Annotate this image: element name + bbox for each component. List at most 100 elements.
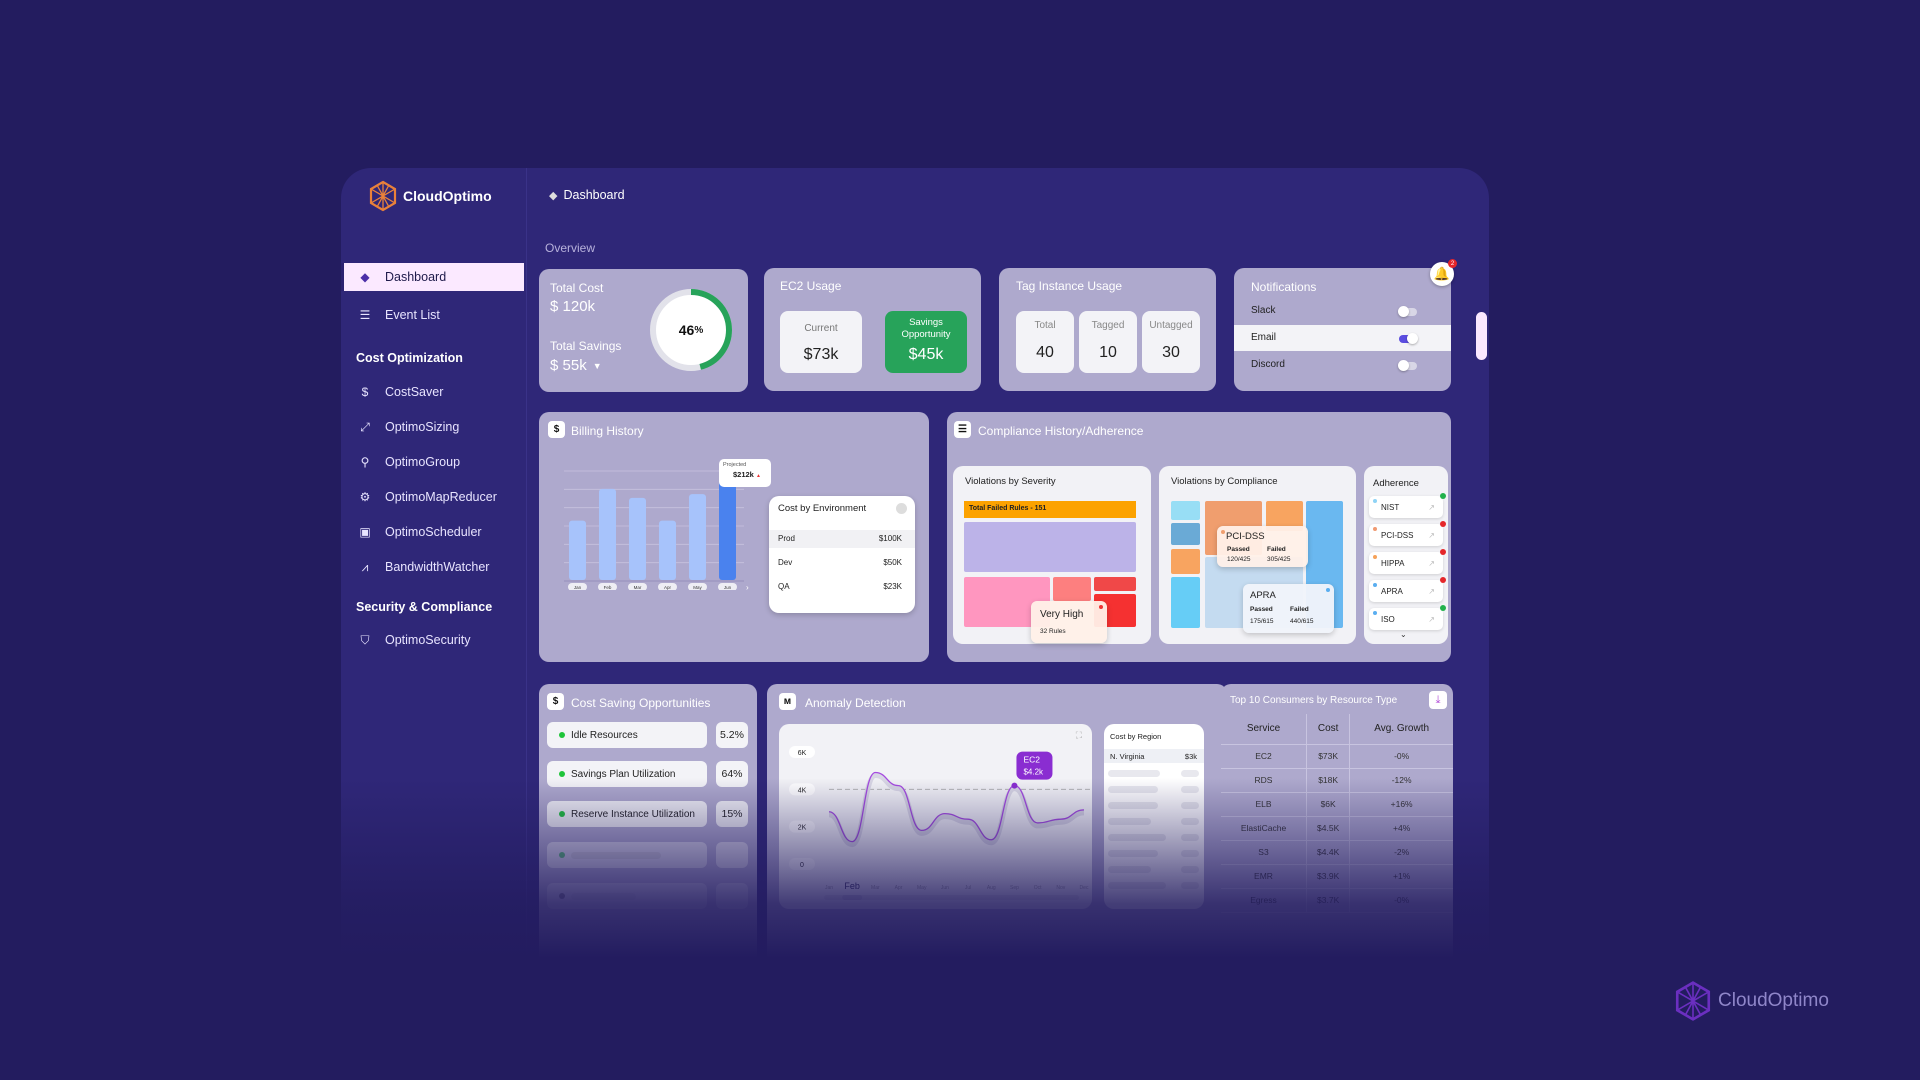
x-tick-label[interactable]: Jul [965,885,971,891]
skeleton-bar [571,851,661,859]
table-row[interactable]: ElastiCache $4.5K +4% [1221,816,1453,841]
bar-jan[interactable] [569,520,586,580]
bar-apr[interactable] [659,520,676,580]
bar-feb[interactable] [599,488,616,580]
opportunity-label: Reserve Instance Utilization [571,808,695,820]
sidebar-item-bandwidthwatcher[interactable]: ⩘ BandwidthWatcher [341,553,524,581]
tag-total-box: Total 40 [1016,311,1074,373]
expand-icon[interactable]: ⛶ [1076,730,1082,741]
adherence-color-dot [1373,611,1377,615]
x-tick-label: Feb [604,585,612,590]
compliance-block-other[interactable] [1171,577,1200,628]
bell-icon: 🔔 [1433,266,1451,281]
table-row[interactable]: EC2 $73K -0% [1221,744,1453,769]
severity-block-critical[interactable] [1094,577,1136,591]
opportunity-placeholder-value [716,842,748,868]
chart-scroll-track[interactable] [824,895,1079,900]
sidebar-item-dashboard[interactable]: ◆ Dashboard [341,263,524,291]
cost-cell: $3.7K [1306,888,1351,913]
passed-label: Passed [1227,546,1250,553]
adherence-item[interactable]: NIST ↗ [1369,493,1446,518]
sidebar-item-optimoscheduler[interactable]: ▣ OptimoScheduler [341,518,524,546]
adherence-item[interactable]: ISO ↗ [1369,605,1446,630]
skeleton-value [1181,818,1199,825]
severity-block-low[interactable] [964,522,1136,572]
sidebar-item-costsaver[interactable]: $ CostSaver [341,378,524,406]
tag-tagged-value: 10 [1099,344,1117,361]
x-tick-label[interactable]: Sep [1010,885,1019,891]
opportunity-placeholder [547,883,707,909]
notifications-bell-button[interactable]: 🔔 2 [1430,259,1457,286]
discord-toggle[interactable] [1398,360,1417,371]
x-tick-label[interactable]: Feb [844,881,860,891]
opportunity-label: Savings Plan Utilization [571,768,676,780]
breadcrumb-current[interactable]: Dashboard [563,188,624,202]
bar-jun[interactable] [719,474,736,580]
service-cell: Egress [1221,888,1307,913]
sidebar-item-label: OptimoMapReducer [385,490,497,504]
x-tick-label[interactable]: Apr [895,885,903,891]
adherence-item[interactable]: HIPPA ↗ [1369,549,1446,574]
opportunity-item[interactable]: Reserve Instance Utilization [547,801,707,827]
table-row[interactable]: S3 $4.4K -2% [1221,840,1453,865]
column-header[interactable]: Cost [1306,714,1351,745]
sidebar-item-optimogroup[interactable]: ⚲ OptimoGroup [341,448,524,476]
table-row[interactable]: RDS $18K -12% [1221,768,1453,793]
user-avatar-icon [896,503,907,514]
chevron-right-icon[interactable]: › [746,583,749,590]
scrollbar-thumb[interactable] [1476,312,1487,360]
x-tick-label[interactable]: Nov [1056,885,1065,891]
adherence-item[interactable]: PCI-DSS ↗ [1369,521,1446,546]
notification-row-discord: Discord [1234,352,1451,378]
x-tick-label[interactable]: Oct [1034,885,1042,891]
donut-percent: 46% [647,286,735,374]
growth-cell: -0% [1349,744,1453,769]
x-tick-label[interactable]: May [917,885,927,891]
column-header[interactable]: Service [1221,714,1307,745]
sidebar-item-optimosizing[interactable]: ⤢ OptimoSizing [341,413,524,441]
sidebar-item-optimomapreducer[interactable]: ⚙ OptimoMapReducer [341,483,524,511]
y-tick-label: 6K [798,750,807,757]
table-row[interactable]: ELB $6K +16% [1221,792,1453,817]
notifications-title: Notifications [1251,280,1317,294]
x-tick-label[interactable]: Dec [1080,885,1089,891]
opportunity-item[interactable]: Idle Resources [547,722,707,748]
adherence-color-dot [1373,555,1377,559]
sidebar-item-event-list[interactable]: ☰ Event List [341,301,524,329]
chevron-down-icon[interactable]: ⌄ [1400,630,1407,639]
cost-cell: $18K [1306,768,1351,793]
tooltip-label: EC2 [1023,755,1040,765]
adherence-item[interactable]: APRA ↗ [1369,577,1446,602]
service-cell: ELB [1221,792,1307,817]
x-tick-label[interactable]: Jan [825,885,833,891]
slack-toggle[interactable] [1398,306,1417,317]
total-savings-dropdown[interactable]: $ 55k ▼ [550,357,602,374]
severity-block-high[interactable] [1053,577,1091,601]
external-link-icon[interactable]: ↗ [1428,559,1435,568]
ec2-current-value: $73k [803,346,839,363]
external-link-icon[interactable]: ↗ [1428,587,1435,596]
external-link-icon[interactable]: ↗ [1428,615,1435,624]
sidebar-item-optimosecurity[interactable]: ⛉ OptimoSecurity [341,626,524,654]
compliance-block-nist[interactable] [1171,501,1200,520]
email-toggle[interactable] [1399,333,1418,344]
brand-logo[interactable]: CloudOptimo [367,180,492,212]
chart-scroll-thumb[interactable] [842,895,863,900]
resize-icon: ⤢ [360,419,370,434]
compliance-block-iso[interactable] [1171,523,1200,545]
opportunity-item[interactable]: Savings Plan Utilization [547,761,707,787]
table-row[interactable]: EMR $3.9K +1% [1221,864,1453,889]
column-header[interactable]: Avg. Growth [1349,714,1453,745]
compliance-block-hippa[interactable] [1171,549,1200,574]
x-tick-label[interactable]: Jun [941,885,949,891]
table-row[interactable]: Egress $3.7K -0% [1221,888,1453,913]
x-tick-label[interactable]: Aug [987,885,996,891]
bar-mar[interactable] [629,497,646,580]
external-link-icon[interactable]: ↗ [1428,503,1435,512]
download-button[interactable]: ⤓ [1429,691,1447,709]
data-point-sep[interactable] [1011,782,1018,789]
sidebar-item-label: Dashboard [385,270,447,284]
bar-may[interactable] [689,494,706,580]
external-link-icon[interactable]: ↗ [1428,531,1435,540]
x-tick-label[interactable]: Mar [871,885,880,891]
